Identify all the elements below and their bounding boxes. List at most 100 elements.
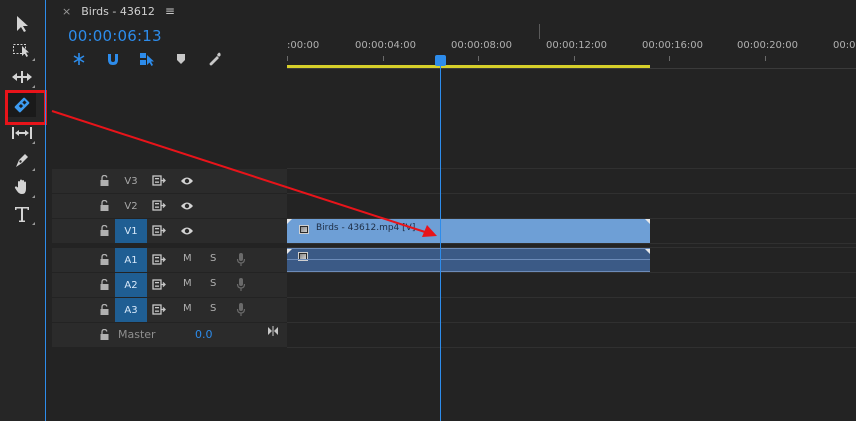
track-header-v2: V2 [52,194,287,218]
track-divider [287,193,856,194]
slip-tool[interactable] [8,121,36,145]
unlock-icon[interactable] [100,254,109,265]
track-target-a2[interactable]: A2 [115,273,147,297]
linked-selection-toggle[interactable] [136,49,158,69]
sync-lock-icon[interactable] [152,175,166,186]
tool-submenu-indicator [32,141,35,144]
add-marker-icon [177,54,185,64]
track-target-a3[interactable]: A3 [115,298,147,322]
track-divider [287,243,856,244]
pen-tool[interactable] [8,148,36,172]
tab-close-button[interactable]: × [62,5,71,18]
panel-divider [45,0,46,421]
solo-button[interactable]: S [210,278,216,289]
ruler-label: 00:00 [833,40,856,51]
selection-tool[interactable] [8,12,36,36]
microphone-icon[interactable] [236,302,246,317]
microphone-icon[interactable] [236,277,246,292]
add-marker-button[interactable] [170,49,192,69]
tools-panel [0,0,47,421]
mute-button[interactable]: M [183,303,192,314]
mute-button[interactable]: M [183,253,192,264]
eye-icon[interactable] [180,176,194,186]
track-target-a1[interactable]: A1 [115,248,147,272]
ripple-edit-icon [12,71,32,83]
solo-button[interactable]: S [210,303,216,314]
slip-icon [12,127,32,139]
go-to-edit-point-icon[interactable] [267,326,279,336]
ruler-tick [383,56,384,61]
clip-start-corner [287,249,292,254]
unlock-icon[interactable] [100,279,109,290]
video-clip[interactable]: Birds - 43612.mp4 [V] [287,219,650,243]
master-volume-value[interactable]: 0.0 [195,328,213,341]
track-header-a3: A3 M S [52,298,287,322]
ruler-tick [287,56,288,61]
track-divider [287,347,856,348]
insert-nest-toggle[interactable] [68,49,90,69]
sync-lock-icon[interactable] [152,200,166,211]
annotation-highlight-box [5,90,47,125]
linked-selection-icon [140,53,154,66]
track-divider [287,297,856,298]
ruler-label: 00:00:08:00 [451,40,513,51]
track-header-a2: A2 M S [52,273,287,297]
playhead-handle[interactable] [435,55,446,66]
wrench-icon [209,52,222,66]
time-ruler[interactable]: :00:00 00:00:04:00 00:00:08:00 00:00:12:… [287,30,856,70]
ruler-tick [669,56,670,61]
tool-submenu-indicator [32,195,35,198]
eye-icon[interactable] [180,226,194,236]
mute-button[interactable]: M [183,278,192,289]
tab-menu-icon[interactable]: ≡ [165,4,175,18]
track-divider [287,272,856,273]
master-track-header: Master 0.0 [52,323,287,347]
snap-magnet-icon [108,54,118,65]
sync-lock-icon[interactable] [152,254,166,265]
fx-badge-icon [299,225,309,234]
sync-lock-icon[interactable] [152,225,166,236]
nest-snap-icon [73,53,85,65]
ruler-label: 00:00:12:00 [546,40,608,51]
unlock-icon[interactable] [100,175,109,186]
ruler-label: :00:00 [287,40,320,51]
hand-tool[interactable] [8,175,36,199]
unlock-icon[interactable] [100,225,109,236]
track-target-v1[interactable]: V1 [115,219,147,243]
track-target-v2[interactable]: V2 [115,194,147,218]
track-divider [287,322,856,323]
ruler-label: 00:00:04:00 [355,40,417,51]
sync-lock-icon[interactable] [152,279,166,290]
unlock-icon[interactable] [100,304,109,315]
microphone-icon[interactable] [236,252,246,267]
sequence-tab-title: Birds - 43612 [81,4,155,18]
track-target-v3[interactable]: V3 [115,169,147,193]
ruler-marker-line [539,24,540,39]
clip-start-corner [287,219,292,224]
track-select-forward-tool[interactable] [8,38,36,62]
timeline-settings-button[interactable] [204,49,226,69]
ruler-tick [574,56,575,61]
solo-button[interactable]: S [210,253,216,264]
ripple-edit-tool[interactable] [8,65,36,89]
type-tool[interactable] [8,202,36,226]
eye-icon[interactable] [180,201,194,211]
ruler-label: 00:00:16:00 [642,40,704,51]
selection-arrow-icon [17,16,28,32]
snap-toggle[interactable] [102,49,124,69]
premiere-timeline-panel: × Birds - 43612 ≡ 00:00:06:13:00:00 00:… [0,0,856,421]
hand-icon [14,179,26,194]
sync-lock-icon[interactable] [152,304,166,315]
unlock-icon[interactable] [100,200,109,211]
playhead-line[interactable] [440,60,441,421]
audio-waveform-line [287,259,650,260]
clip-end-corner [645,249,650,254]
audio-clip[interactable] [287,248,650,272]
ruler-divider [287,68,856,69]
ruler-tick [478,56,479,61]
playhead-timecode[interactable]: 00:00:06:13 [68,27,162,45]
track-header-v1: V1 [52,219,287,243]
tool-submenu-indicator [32,222,35,225]
unlock-icon[interactable] [100,329,109,340]
sequence-tab[interactable]: × Birds - 43612 ≡ [50,0,175,22]
